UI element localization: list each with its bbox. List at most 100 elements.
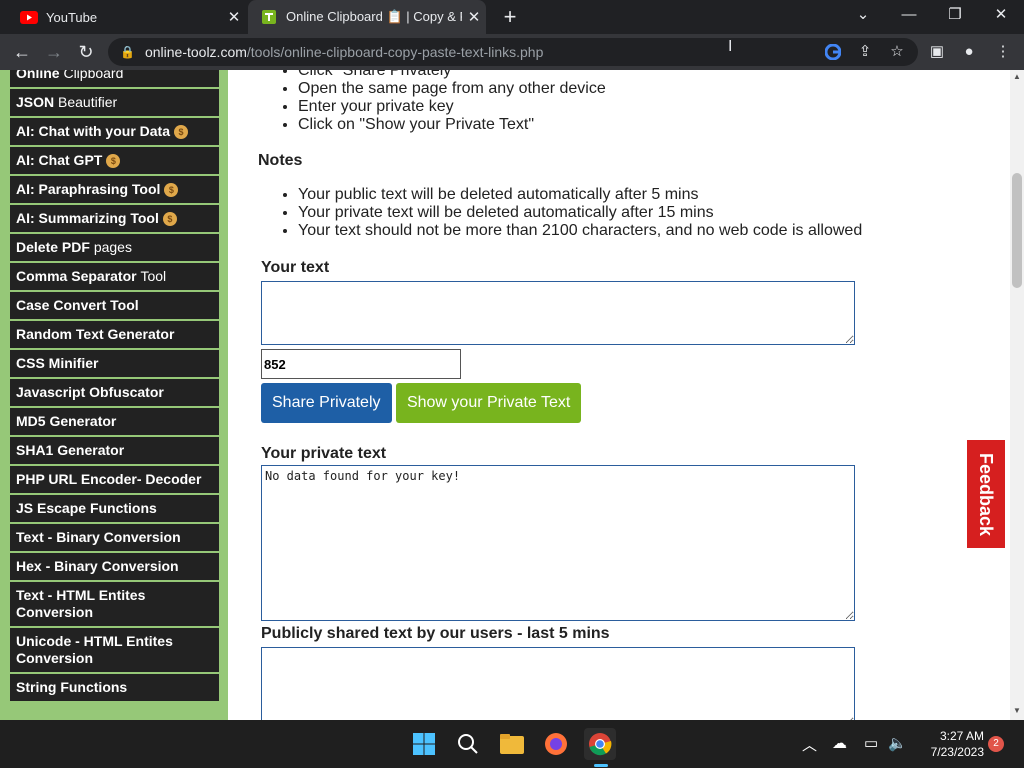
sidebar: Online Clipboard JSON Beautifier AI: Chat … <box>0 70 228 720</box>
instruction-steps: Click "Share Privately" Open the same pa… <box>298 70 878 134</box>
sidebar-item[interactable]: AI: Chat GPT $ <box>10 147 219 176</box>
forward-icon[interactable]: → <box>40 40 68 64</box>
money-bag-icon: $ <box>164 183 179 198</box>
sidebar-item[interactable]: String Functions <box>10 674 219 703</box>
sidebar-item[interactable]: Text - HTML Entites Conversion <box>10 582 219 628</box>
bookmark-star-icon[interactable]: ☆ <box>884 38 910 66</box>
menu-kebab-icon[interactable]: ⋮ <box>990 38 1016 66</box>
site-favicon-icon <box>260 10 278 24</box>
reload-icon[interactable]: ↻ <box>72 40 100 64</box>
sidebar-item[interactable]: Delete PDF pages <box>10 234 219 263</box>
sidebar-item-label-suffix: Clipboard <box>63 70 124 81</box>
sidebar-item[interactable]: JSON Beautifier <box>10 89 219 118</box>
sidebar-item-label: Delete PDF <box>16 239 94 255</box>
list-item: Open the same page from any other device <box>298 80 878 98</box>
show-hidden-icons-chevron-icon[interactable]: ︿ <box>802 734 817 755</box>
sidebar-item-label: Text - Binary Conversion <box>16 529 181 545</box>
list-item: Your private text will be deleted automa… <box>298 204 878 222</box>
firefox-icon[interactable] <box>540 728 572 760</box>
youtube-icon <box>20 10 38 24</box>
public-text-output[interactable] <box>261 647 855 720</box>
page-scrollbar[interactable]: ▲ ▼ <box>1010 70 1024 720</box>
search-icon[interactable] <box>452 728 484 760</box>
tab-close-icon[interactable]: ✕ <box>462 8 486 26</box>
sidebar-item[interactable]: JS Escape Functions <box>10 495 219 524</box>
sidebar-item-label: Javascript Obfuscator <box>16 384 164 400</box>
your-text-input[interactable] <box>261 281 855 345</box>
window-close-icon[interactable]: ✕ <box>978 0 1024 34</box>
sidebar-item[interactable]: AI: Chat with your Data $ <box>10 118 219 147</box>
sidebar-item[interactable]: AI: Paraphrasing Tool $ <box>10 176 219 205</box>
system-clock[interactable]: 3:27 AM 7/23/2023 <box>910 728 984 760</box>
notification-badge[interactable]: 2 <box>988 736 1004 752</box>
profile-icon[interactable]: ● <box>956 38 982 66</box>
your-text-label: Your text <box>261 259 330 276</box>
sidebar-item[interactable]: Hex - Binary Conversion <box>10 553 219 582</box>
lock-icon: 🔒 <box>120 45 135 59</box>
private-text-output[interactable]: No data found for your key! <box>261 465 855 621</box>
sidebar-item-label-suffix: Tool <box>140 268 167 284</box>
tab-youtube[interactable]: YouTube ✕ <box>8 0 246 34</box>
scrollbar-thumb[interactable] <box>1012 173 1022 288</box>
feedback-button[interactable]: Feedback <box>965 438 1007 550</box>
list-item: Your public text will be deleted automat… <box>298 186 878 204</box>
list-item: Enter your private key <box>298 98 878 116</box>
sidebar-item[interactable]: Random Text Generator <box>10 321 219 350</box>
sidebar-item[interactable]: SHA1 Generator <box>10 437 219 466</box>
windows-start-icon[interactable] <box>408 728 440 760</box>
clock-date: 7/23/2023 <box>930 745 984 759</box>
side-panel-icon[interactable]: ▣ <box>924 38 950 66</box>
money-bag-icon: $ <box>106 154 121 169</box>
feedback-label: Feedback <box>976 452 997 536</box>
notes-list: Your public text will be deleted automat… <box>298 186 878 240</box>
minimize-icon[interactable]: — <box>886 0 932 34</box>
tab-title: Online Clipboard 📋 | Copy & Pa <box>286 9 462 24</box>
sidebar-item-label: JSON <box>16 94 59 110</box>
sidebar-item-label: Online <box>16 70 64 81</box>
sidebar-item-label: JS Escape Functions <box>16 500 157 516</box>
sidebar-item[interactable]: PHP URL Encoder- Decoder <box>10 466 219 495</box>
restore-icon[interactable]: ❐ <box>932 0 978 34</box>
browser-tab-bar: YouTube ✕ Online Clipboard 📋 | Copy & Pa… <box>0 0 1024 34</box>
sidebar-item[interactable]: CSS Minifier <box>10 350 219 379</box>
sidebar-item-label: Comma Separator <box>16 268 141 284</box>
sidebar-item-label: AI: Summarizing Tool <box>16 210 159 226</box>
back-icon[interactable]: ← <box>8 40 36 64</box>
sidebar-item-label: AI: Chat GPT <box>16 152 103 168</box>
scroll-up-icon[interactable]: ▲ <box>1010 72 1024 81</box>
sidebar-item-label: Hex - Binary Conversion <box>16 558 179 574</box>
sidebar-item-label: AI: Chat with your Data <box>16 123 171 139</box>
sidebar-item-label: CSS Minifier <box>16 355 99 371</box>
sidebar-item[interactable]: AI: Summarizing Tool $ <box>10 205 219 234</box>
cloud-offline-icon[interactable]: ☁ <box>832 734 847 752</box>
sidebar-item[interactable]: Case Convert Tool <box>10 292 219 321</box>
show-private-text-button[interactable]: Show your Private Text <box>395 383 582 423</box>
sidebar-item[interactable]: Comma Separator Tool <box>10 263 219 292</box>
clock-time: 3:27 AM <box>939 729 984 743</box>
share-icon[interactable]: ⇪ <box>852 38 878 66</box>
sidebar-item[interactable]: Text - Binary Conversion <box>10 524 219 553</box>
tab-close-icon[interactable]: ✕ <box>222 8 246 26</box>
google-icon[interactable] <box>820 38 846 66</box>
chrome-icon[interactable] <box>584 728 616 760</box>
url-path: /tools/online-clipboard-copy-paste-text-… <box>246 44 544 60</box>
sidebar-item-label: Case Convert Tool <box>16 297 139 313</box>
sidebar-item[interactable]: MD5 Generator <box>10 408 219 437</box>
sidebar-item[interactable]: Javascript Obfuscator <box>10 379 219 408</box>
scroll-down-icon[interactable]: ▼ <box>1010 706 1024 715</box>
file-explorer-icon[interactable] <box>496 728 528 760</box>
private-key-input[interactable] <box>261 349 461 379</box>
tab-online-clipboard[interactable]: Online Clipboard 📋 | Copy & Pa ✕ <box>248 0 486 34</box>
list-item: Your text should not be more than 2100 c… <box>298 222 878 240</box>
new-tab-icon[interactable]: + <box>498 4 522 30</box>
sidebar-item-label: Random Text Generator <box>16 326 175 342</box>
sidebar-item-label: Text - HTML Entites Conversion <box>16 587 146 620</box>
share-privately-button[interactable]: Share Privately <box>261 383 392 423</box>
sidebar-item-label: AI: Paraphrasing Tool <box>16 181 161 197</box>
url-bar[interactable]: 🔒 online-toolz.com/tools/online-clipboar… <box>108 38 918 66</box>
tab-search-chevron-icon[interactable]: ⌄ <box>840 0 886 34</box>
network-icon[interactable]: ▭ <box>864 734 878 752</box>
sidebar-item[interactable]: Unicode - HTML Entites Conversion <box>10 628 219 674</box>
volume-icon[interactable]: 🔈 <box>888 734 907 752</box>
sidebar-item[interactable]: Online Clipboard <box>10 70 219 89</box>
